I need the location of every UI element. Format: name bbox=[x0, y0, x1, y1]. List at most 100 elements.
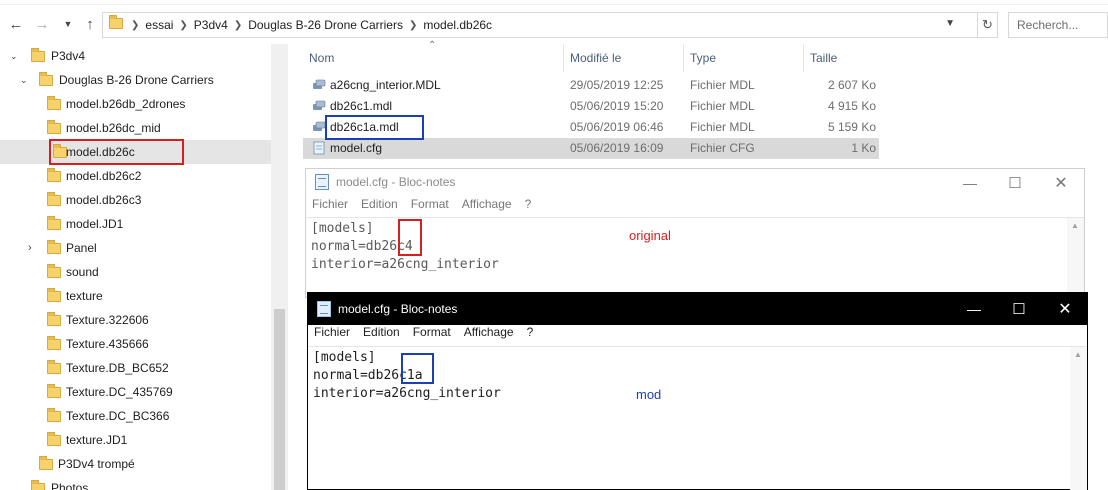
folder-icon bbox=[47, 384, 61, 398]
recent-locations-chevron-icon[interactable]: ▼ bbox=[58, 14, 78, 34]
minimize-icon[interactable]: — bbox=[947, 169, 993, 196]
tree-item[interactable]: Texture.DC_BC366 bbox=[0, 404, 271, 428]
scroll-up-icon[interactable]: ▲ bbox=[1071, 221, 1079, 230]
chevron-down-icon[interactable]: ⌄ bbox=[10, 51, 18, 62]
folder-icon bbox=[109, 15, 123, 29]
tree-item-label: Texture.DC_435769 bbox=[66, 385, 173, 399]
folder-icon bbox=[47, 432, 61, 446]
file-row[interactable]: db26c1.mdl 05/06/2019 15:20 Fichier MDL … bbox=[303, 96, 879, 117]
tree-item-label: Texture.DC_BC366 bbox=[66, 409, 170, 423]
tree-item[interactable]: Texture.DC_435769 bbox=[0, 380, 271, 404]
text-editor[interactable]: [models] normal=db26c4 interior=a26cng_int… bbox=[306, 217, 1084, 299]
chevron-right-icon[interactable]: ❯ bbox=[179, 20, 187, 31]
editor-content[interactable]: [models] normal=db26c1a interior=a26cng_in… bbox=[313, 349, 501, 403]
menu-affichage[interactable]: Affichage bbox=[458, 325, 520, 345]
menu-edition[interactable]: Edition bbox=[357, 325, 406, 345]
file-row[interactable]: a26cng_interior.MDL 29/05/2019 12:25 Fic… bbox=[303, 75, 879, 96]
tree-item[interactable]: model.db26c3 bbox=[0, 188, 271, 212]
file-name: db26c1a.mdl bbox=[330, 120, 399, 134]
search-input[interactable]: Recherch... bbox=[1008, 12, 1108, 38]
tree-item-panel[interactable]: › Panel bbox=[0, 236, 271, 260]
minimize-icon[interactable]: — bbox=[951, 293, 997, 325]
column-header-size[interactable]: Taille bbox=[804, 44, 880, 72]
file-date: 29/05/2019 12:25 bbox=[570, 78, 664, 92]
file-type: Fichier MDL bbox=[690, 99, 755, 113]
annotation-original: original bbox=[629, 228, 671, 243]
tree-item-p3dv4[interactable]: ⌄ P3dv4 bbox=[0, 44, 271, 68]
breadcrumb-item[interactable]: model.db26c bbox=[417, 18, 498, 32]
forward-arrow-icon[interactable]: → bbox=[32, 14, 52, 34]
navigation-bar: ← → ▼ ↑ ❯ essai ❯ P3dv4 ❯ Douglas B-26 D… bbox=[0, 0, 1108, 44]
breadcrumb-item[interactable]: essai bbox=[139, 18, 179, 32]
tree-scrollbar[interactable] bbox=[271, 44, 288, 490]
notepad-window-mod[interactable]: model.cfg - Bloc-notes — ☐ ✕ Fichier Edi… bbox=[307, 292, 1088, 490]
tree-item-label: P3Dv4 trompé bbox=[58, 457, 135, 471]
title-bar[interactable]: model.cfg - Bloc-notes — ☐ ✕ bbox=[308, 293, 1087, 325]
tree-item-label: model.b26db_2drones bbox=[66, 97, 186, 111]
tree-item[interactable]: model.b26db_2drones bbox=[0, 92, 271, 116]
maximize-icon[interactable]: ☐ bbox=[992, 169, 1038, 196]
editor-content[interactable]: [models] normal=db26c4 interior=a26cng_int… bbox=[311, 220, 499, 274]
close-icon[interactable]: ✕ bbox=[1038, 169, 1084, 196]
tree-item[interactable]: model.db26c2 bbox=[0, 164, 271, 188]
folder-icon bbox=[47, 312, 61, 326]
tree-item-selected[interactable]: model.db26c bbox=[0, 140, 271, 164]
column-header-date[interactable]: Modifié le bbox=[564, 44, 683, 72]
maximize-icon[interactable]: ☐ bbox=[996, 293, 1042, 325]
notepad-icon bbox=[317, 301, 331, 317]
tree-item-label: texture bbox=[66, 289, 103, 303]
mdl-file-icon bbox=[313, 121, 326, 131]
tree-item-label: Douglas B-26 Drone Carriers bbox=[59, 73, 214, 87]
menu-affichage[interactable]: Affichage bbox=[456, 197, 518, 217]
tree-item[interactable]: model.b26dc_mid bbox=[0, 116, 271, 140]
address-dropdown-icon[interactable]: ▼ bbox=[945, 18, 955, 29]
chevron-right-icon[interactable]: ❯ bbox=[409, 20, 417, 31]
menu-help[interactable]: ? bbox=[521, 325, 540, 345]
file-row-selected[interactable]: model.cfg 05/06/2019 16:09 Fichier CFG 1… bbox=[303, 138, 879, 159]
scroll-up-icon[interactable]: ▲ bbox=[1074, 350, 1082, 359]
folder-icon bbox=[31, 480, 45, 490]
tree-item[interactable]: Texture.322606 bbox=[0, 308, 271, 332]
ribbon-edge bbox=[0, 0, 1108, 5]
title-bar[interactable]: model.cfg - Bloc-notes — ☐ ✕ bbox=[306, 169, 1084, 196]
column-header-type[interactable]: Type bbox=[684, 44, 803, 72]
menu-fichier[interactable]: Fichier bbox=[308, 325, 356, 345]
chevron-right-icon[interactable]: ❯ bbox=[234, 20, 242, 31]
tree-item-label: Photos bbox=[51, 481, 89, 490]
up-arrow-icon[interactable]: ↑ bbox=[80, 14, 100, 34]
menu-help[interactable]: ? bbox=[519, 197, 538, 217]
chevron-right-icon[interactable]: ❯ bbox=[131, 20, 139, 31]
notepad-window-original[interactable]: model.cfg - Bloc-notes — ☐ ✕ Fichier Edi… bbox=[305, 168, 1085, 299]
column-header-name[interactable]: Nom bbox=[303, 44, 563, 72]
file-row[interactable]: db26c1a.mdl 05/06/2019 06:46 Fichier MDL… bbox=[303, 117, 879, 138]
breadcrumb-item[interactable]: P3dv4 bbox=[188, 18, 234, 32]
menu-format[interactable]: Format bbox=[405, 197, 455, 217]
tree-item[interactable]: texture bbox=[0, 284, 271, 308]
chevron-down-icon[interactable]: ⌄ bbox=[20, 75, 28, 86]
chevron-right-icon[interactable]: › bbox=[28, 242, 32, 254]
text-editor[interactable]: [models] normal=db26c1a interior=a26cng_in… bbox=[308, 346, 1087, 490]
refresh-icon[interactable]: ↻ bbox=[978, 12, 998, 38]
tree-item[interactable]: sound bbox=[0, 260, 271, 284]
menu-edition[interactable]: Edition bbox=[355, 197, 404, 217]
tree-item[interactable]: Photos bbox=[0, 476, 271, 490]
tree-item[interactable]: texture.JD1 bbox=[0, 428, 271, 452]
address-bar[interactable]: ❯ essai ❯ P3dv4 ❯ Douglas B-26 Drone Car… bbox=[102, 12, 978, 38]
editor-scrollbar[interactable]: ▲ bbox=[1067, 218, 1084, 299]
tree-item-douglas[interactable]: ⌄ Douglas B-26 Drone Carriers bbox=[0, 68, 271, 92]
tree-item[interactable]: Texture.DB_BC652 bbox=[0, 356, 271, 380]
folder-icon bbox=[39, 456, 53, 470]
code-line: normal=db26c1a bbox=[313, 368, 423, 383]
tree-item[interactable]: P3Dv4 trompé bbox=[0, 452, 271, 476]
menu-fichier[interactable]: Fichier bbox=[306, 197, 354, 217]
close-icon[interactable]: ✕ bbox=[1042, 293, 1088, 325]
menu-format[interactable]: Format bbox=[407, 325, 457, 345]
editor-scrollbar[interactable]: ▲ bbox=[1070, 347, 1087, 490]
tree-item[interactable]: model.JD1 bbox=[0, 212, 271, 236]
back-arrow-icon[interactable]: ← bbox=[6, 14, 26, 34]
file-size: 1 Ko bbox=[851, 141, 876, 155]
breadcrumb-item[interactable]: Douglas B-26 Drone Carriers bbox=[242, 18, 409, 32]
tree-item[interactable]: Texture.435666 bbox=[0, 332, 271, 356]
folder-icon bbox=[47, 192, 61, 206]
tree-scrollbar-thumb[interactable] bbox=[274, 309, 285, 490]
